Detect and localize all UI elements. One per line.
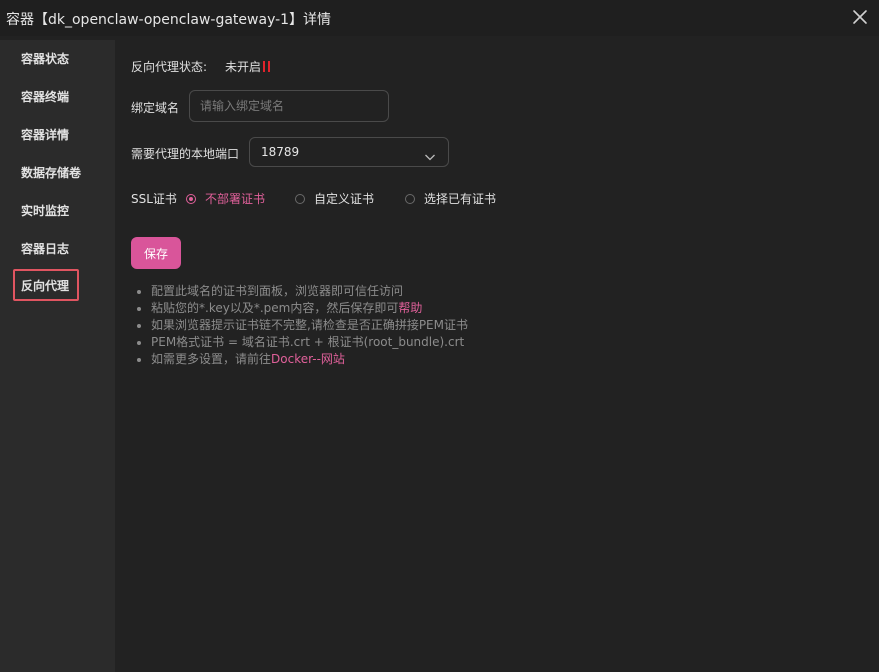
- sidebar-item-label: 容器状态: [21, 51, 70, 66]
- sidebar-item-container-details[interactable]: 容器详情: [14, 118, 102, 150]
- save-button[interactable]: 保存: [131, 237, 181, 269]
- tip-text: 如果浏览器提示证书链不完整,请检查是否正确拼接PEM证书: [151, 318, 468, 332]
- sidebar-item-logs[interactable]: 容器日志: [14, 232, 102, 264]
- ssl-option-custom[interactable]: 自定义证书: [295, 190, 374, 207]
- chevron-down-icon: [424, 147, 436, 161]
- sidebar-item-label: 数据存储卷: [21, 165, 82, 180]
- tip-text: 粘贴您的*.key以及*.pem内容，然后保存即可: [151, 301, 399, 315]
- tip-item: 如需更多设置，请前往Docker--网站: [137, 351, 468, 368]
- radio-label: 选择已有证书: [424, 192, 497, 206]
- proxy-status-value: 未开启: [225, 58, 271, 75]
- docker-website-link[interactable]: Docker--网站: [271, 352, 345, 366]
- tips-list: 配置此域名的证书到面板，浏览器即可信任访问 粘贴您的*.key以及*.pem内容…: [137, 283, 468, 368]
- domain-input[interactable]: [189, 90, 389, 122]
- status-off-icon: [261, 60, 271, 74]
- radio-label: 不部署证书: [205, 192, 266, 206]
- ssl-label: SSL证书: [131, 192, 177, 206]
- domain-label: 绑定域名: [131, 101, 180, 115]
- ssl-option-none[interactable]: 不部署证书: [186, 190, 265, 207]
- tip-text: 配置此域名的证书到面板，浏览器即可信任访问: [151, 284, 404, 298]
- window-title: 容器【dk_openclaw-openclaw-gateway-1】详情: [6, 12, 332, 28]
- proxy-status-label: 反向代理状态:: [131, 60, 208, 74]
- tip-item: 粘贴您的*.key以及*.pem内容，然后保存即可帮助: [137, 300, 468, 317]
- reverse-proxy-panel: 反向代理状态: 未开启 绑定域名 需要代理的本地端口 18789 SSL证书 不…: [131, 40, 879, 672]
- tip-text: 如需更多设置，请前往: [151, 352, 272, 366]
- sidebar-item-label: 实时监控: [21, 203, 70, 218]
- ssl-option-existing[interactable]: 选择已有证书: [405, 190, 496, 207]
- sidebar: 容器状态 容器终端 容器详情 数据存储卷 实时监控 容器日志 反向代理: [0, 40, 115, 672]
- title-bar: 容器【dk_openclaw-openclaw-gateway-1】详情: [0, 0, 879, 36]
- sidebar-item-container-terminal[interactable]: 容器终端: [14, 80, 102, 112]
- sidebar-item-label: 反向代理: [21, 278, 70, 293]
- sidebar-item-volumes[interactable]: 数据存储卷: [14, 156, 102, 188]
- radio-dot: [295, 193, 305, 204]
- close-icon[interactable]: [851, 8, 869, 26]
- tip-item: 如果浏览器提示证书链不完整,请检查是否正确拼接PEM证书: [137, 317, 468, 334]
- radio-label: 自定义证书: [314, 192, 375, 206]
- proxy-status-text: 未开启: [225, 60, 262, 74]
- port-select[interactable]: 18789: [249, 137, 449, 167]
- sidebar-item-label: 容器终端: [21, 89, 70, 104]
- tip-text: PEM格式证书 = 域名证书.crt + 根证书(root_bundle).cr…: [151, 335, 465, 349]
- sidebar-item-reverse-proxy[interactable]: 反向代理: [13, 269, 79, 301]
- radio-dot: [186, 193, 196, 204]
- tip-item: 配置此域名的证书到面板，浏览器即可信任访问: [137, 283, 468, 300]
- port-label: 需要代理的本地端口: [131, 147, 240, 161]
- sidebar-item-monitor[interactable]: 实时监控: [14, 194, 102, 226]
- sidebar-item-label: 容器日志: [21, 241, 70, 256]
- sidebar-item-container-status[interactable]: 容器状态: [14, 42, 102, 74]
- tip-item: PEM格式证书 = 域名证书.crt + 根证书(root_bundle).cr…: [137, 334, 468, 351]
- radio-dot: [405, 193, 415, 204]
- sidebar-item-label: 容器详情: [21, 127, 70, 142]
- port-select-value: 18789: [261, 145, 300, 159]
- help-link[interactable]: 帮助: [398, 301, 422, 315]
